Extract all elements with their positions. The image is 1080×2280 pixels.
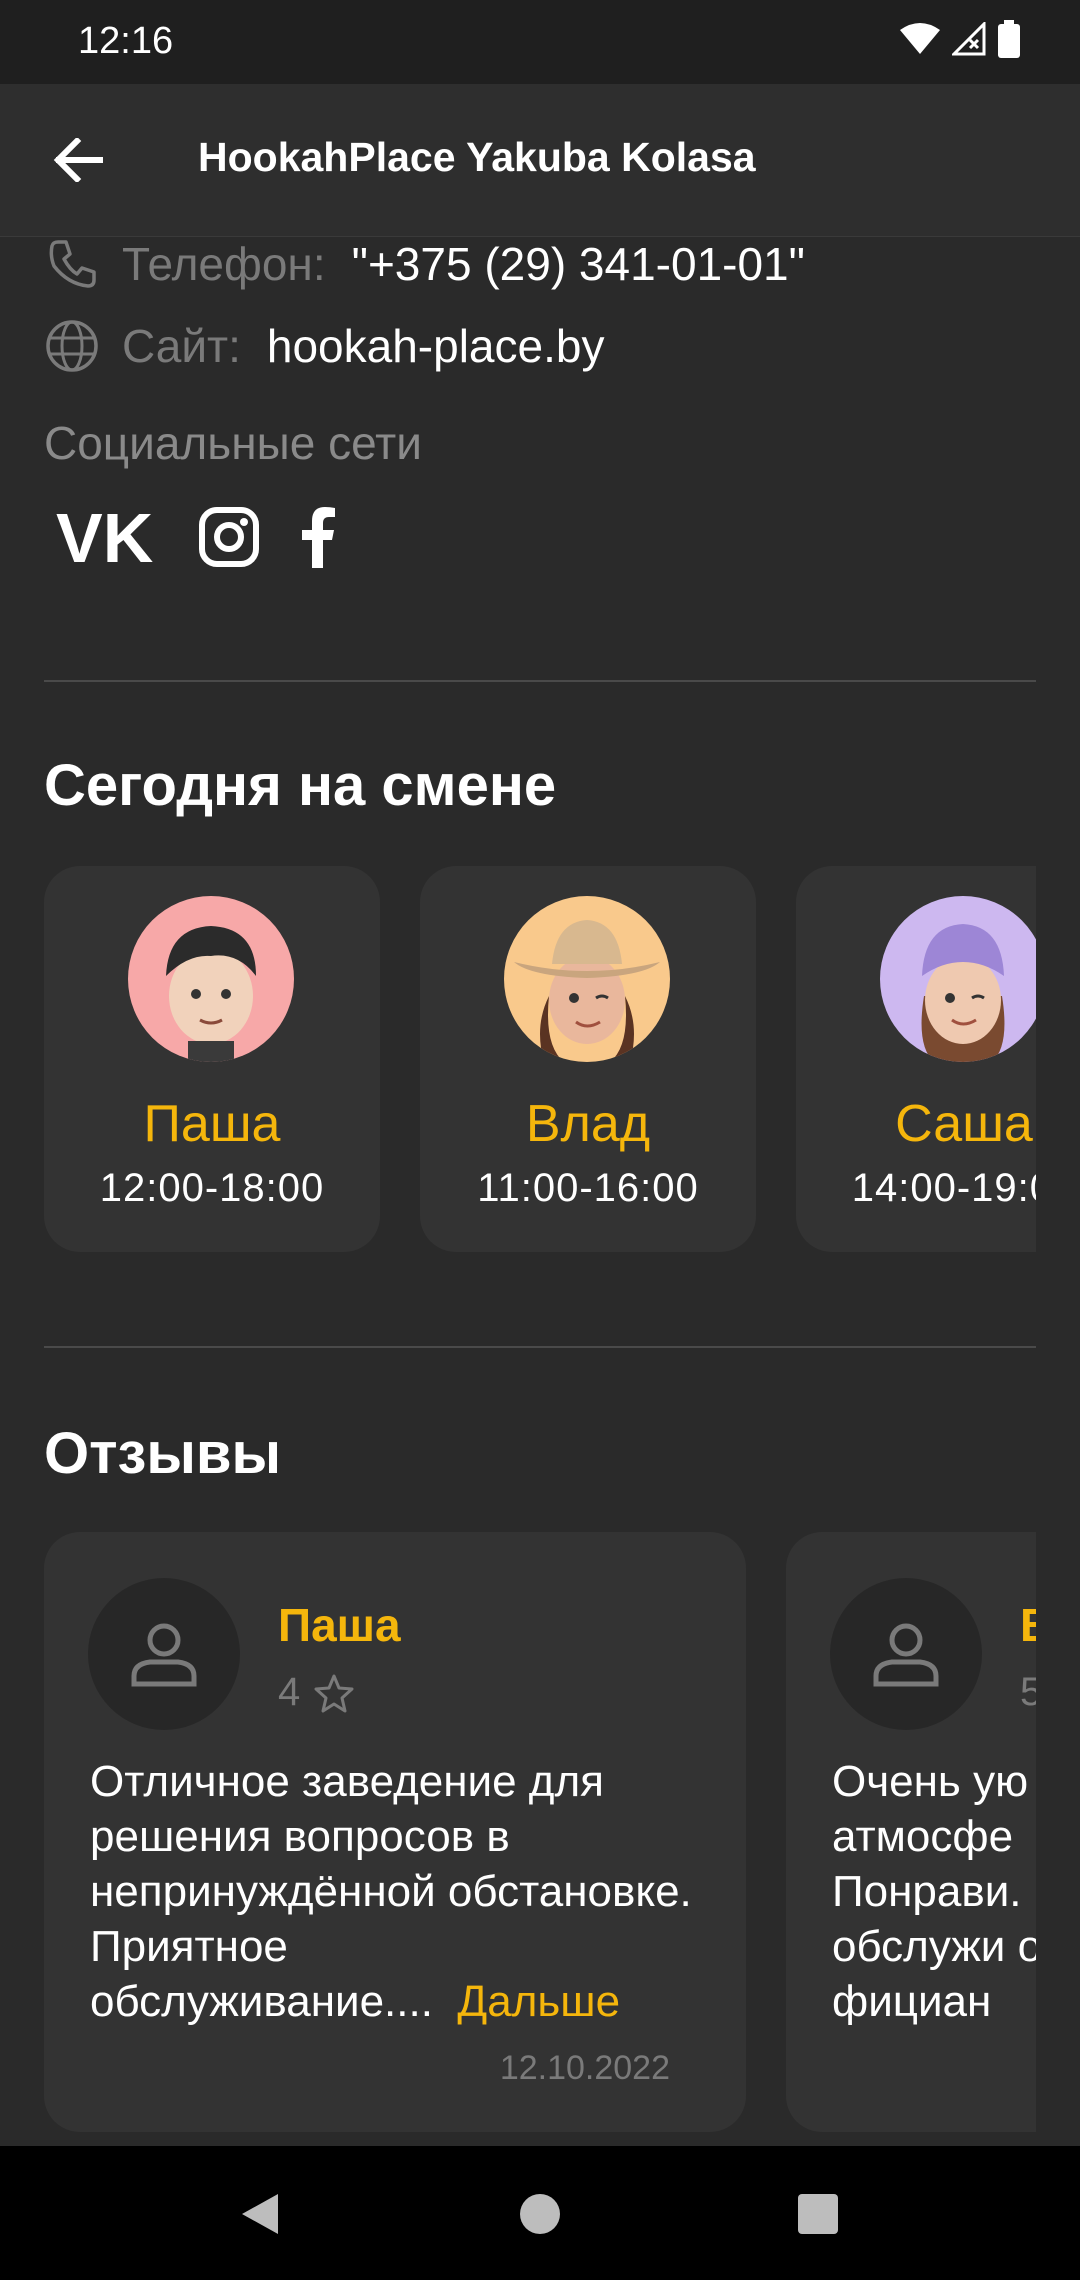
arrow-back-icon xyxy=(53,138,103,182)
staff-card[interactable]: Паша 12:00-18:00 xyxy=(44,866,380,1252)
website-label: Сайт: xyxy=(122,320,241,372)
divider xyxy=(44,680,1036,682)
svg-text:VK: VK xyxy=(56,506,153,568)
staff-name: Саша xyxy=(895,1095,1033,1153)
reviews-carousel[interactable]: Паша 4 Отличное заведение для решения во… xyxy=(44,1532,1036,2146)
page-title: HookahPlace Yakuba Kolasa xyxy=(198,134,756,180)
staff-name: Влад xyxy=(525,1095,651,1153)
avatar xyxy=(504,896,670,1062)
staff-hours: 11:00-16:00 xyxy=(477,1166,699,1210)
staff-hours: 14:00-19:00 xyxy=(851,1166,1036,1210)
reviews-section-title: Отзывы xyxy=(44,1421,282,1486)
avatar xyxy=(128,896,294,1062)
divider xyxy=(44,1346,1036,1348)
shift-section-title: Сегодня на смене xyxy=(44,753,557,818)
nav-recents-icon xyxy=(798,2194,838,2234)
instagram-icon[interactable] xyxy=(198,506,260,573)
back-button[interactable] xyxy=(46,128,110,192)
status-icons xyxy=(900,20,1020,58)
staff-card[interactable]: Саша 14:00-19:00 xyxy=(796,866,1036,1252)
review-avatar xyxy=(88,1578,240,1730)
review-date: 12.10.2022 xyxy=(499,2049,670,2087)
system-nav-bar xyxy=(0,2146,1080,2280)
phone-label: Телефон: xyxy=(122,238,326,290)
place-details[interactable]: Телефон: "+375 (29) 341-01-01" Сайт: hoo… xyxy=(0,236,1080,2146)
review-text: Отличное заведение для решения вопросов … xyxy=(90,1754,710,2029)
status-bar: 12:16 xyxy=(0,0,1080,84)
globe-icon xyxy=(44,318,100,374)
phone-icon xyxy=(44,236,100,292)
avatar xyxy=(880,896,1036,1062)
rating-value: 4 xyxy=(278,1670,301,1714)
nav-back-icon xyxy=(242,2194,278,2234)
app-bar: HookahPlace Yakuba Kolasa xyxy=(0,84,1080,237)
phone-value[interactable]: "+375 (29) 341-01-01" xyxy=(352,237,805,291)
review-card[interactable]: В 5 Очень ую атмосфе Понрави. обслужи оф… xyxy=(786,1532,1036,2132)
social-title: Социальные сети xyxy=(44,417,422,469)
review-body: Очень ую атмосфе Понрави. обслужи официа… xyxy=(832,1757,1036,2026)
social-icons: VK xyxy=(56,499,338,577)
status-time: 12:16 xyxy=(78,20,174,62)
cell-signal-icon xyxy=(952,22,986,56)
staff-card[interactable]: Влад 11:00-16:00 xyxy=(420,866,756,1252)
shift-carousel[interactable]: Паша 12:00-18:00 Влад 11:00-16:00 Саша 1… xyxy=(44,866,1036,1256)
review-card[interactable]: Паша 4 Отличное заведение для решения во… xyxy=(44,1532,746,2132)
user-icon xyxy=(873,1623,939,1687)
review-author: Паша xyxy=(278,1599,401,1651)
staff-name: Паша xyxy=(143,1095,281,1153)
read-more-link[interactable]: Дальше xyxy=(457,1977,620,2026)
rating-value: 5 xyxy=(1020,1670,1036,1714)
review-author: В xyxy=(1020,1598,1036,1652)
nav-back-button[interactable] xyxy=(228,2182,292,2246)
review-rating: 5 xyxy=(1020,1670,1036,1715)
website-value[interactable]: hookah-place.by xyxy=(267,319,605,373)
star-icon xyxy=(314,1674,354,1712)
vk-icon[interactable]: VK xyxy=(56,499,160,577)
nav-home-icon xyxy=(520,2194,560,2234)
wifi-icon xyxy=(900,23,940,54)
nav-recents-button[interactable] xyxy=(786,2182,850,2246)
phone-row[interactable]: Телефон: "+375 (29) 341-01-01" xyxy=(44,236,805,292)
user-icon xyxy=(131,1623,197,1687)
battery-icon xyxy=(998,20,1020,58)
review-avatar xyxy=(830,1578,982,1730)
website-row[interactable]: Сайт: hookah-place.by xyxy=(44,318,604,374)
nav-home-button[interactable] xyxy=(508,2182,572,2246)
review-rating: 4 xyxy=(278,1670,354,1715)
staff-hours: 12:00-18:00 xyxy=(99,1166,325,1210)
facebook-icon[interactable] xyxy=(298,506,338,573)
